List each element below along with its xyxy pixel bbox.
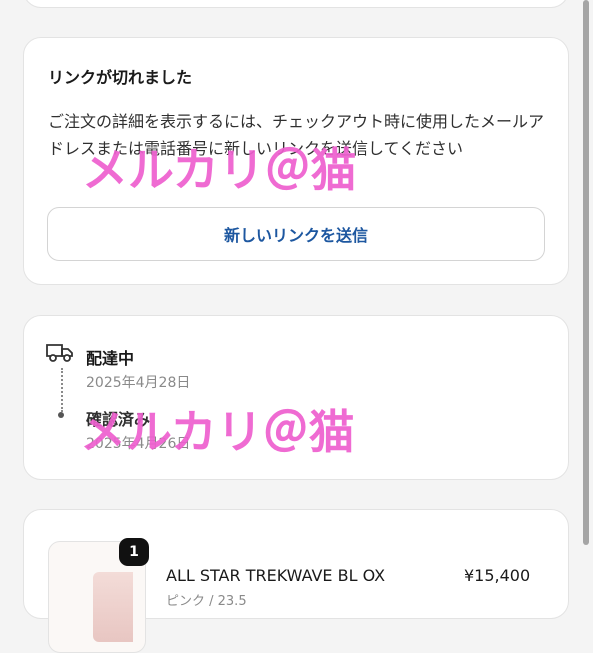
shoe-image [93,572,133,642]
product-price: ¥15,400 [464,566,531,585]
truck-icon [46,344,73,362]
link-expired-card: リンクが切れました ご注文の詳細を表示するには、チェックアウト時に使用したメール… [23,37,569,285]
previous-card [23,0,569,8]
confirmed-status-label: 確認済み [86,410,151,429]
delivery-status-date: 2025年4月28日 [86,375,191,391]
delivery-status-label: 配達中 [86,349,135,368]
delivery-status-card: 配達中 2025年4月28日 確認済み 2025年4月26日 [23,315,569,480]
timeline-connector [61,368,63,412]
confirmed-status-date: 2025年4月26日 [86,436,191,452]
scrollbar[interactable] [583,0,589,545]
link-expired-message: ご注文の詳細を表示するには、チェックアウト時に使用したメールアドレスまたは電話番… [48,112,545,158]
link-expired-title: リンクが切れました [48,68,193,87]
product-name: ALL STAR TREKWAVE BL OX [166,566,386,585]
send-new-link-button[interactable]: 新しいリンクを送信 [47,207,545,261]
order-summary-card: 1 ALL STAR TREKWAVE BL OX ¥15,400 ピンク / … [23,509,569,653]
timeline-dot [58,412,64,418]
quantity-badge: 1 [119,538,149,566]
